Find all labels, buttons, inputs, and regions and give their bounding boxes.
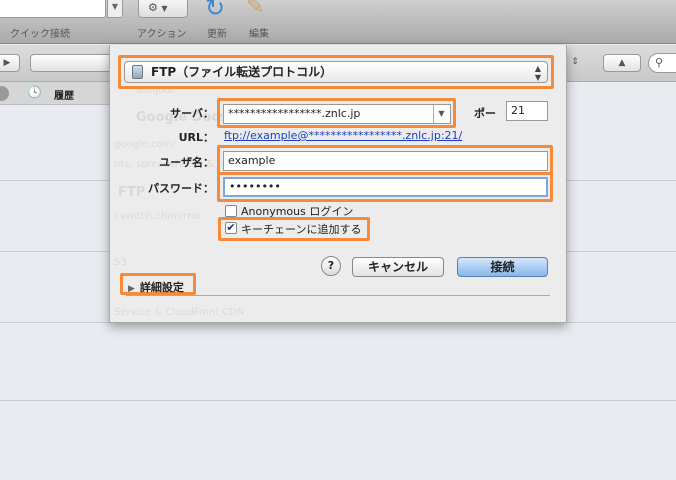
- gear-icon: ⚙: [148, 1, 158, 14]
- advanced-settings-disclosure[interactable]: ▶ 詳細設定: [128, 279, 184, 295]
- up-button[interactable]: ▲: [603, 54, 641, 72]
- quick-connect-dropdown[interactable]: ▼: [107, 0, 123, 18]
- search-icon: ⚲: [655, 56, 664, 69]
- advanced-label: 詳細設定: [139, 281, 184, 294]
- protocol-value: FTP（ファイル転送プロトコル）: [151, 65, 333, 79]
- server-field[interactable]: *****************.znlc.jp: [223, 104, 451, 124]
- updown-arrows-icon: ▲ ▼: [534, 64, 541, 82]
- password-value: ••••••••: [229, 180, 281, 193]
- cancel-button[interactable]: キャンセル: [352, 257, 444, 277]
- username-label: ユーザ名：: [159, 156, 214, 169]
- help-button[interactable]: ?: [321, 256, 341, 276]
- password-label: パスワード：: [148, 182, 214, 195]
- forward-button[interactable]: ▶: [0, 54, 20, 72]
- password-field[interactable]: ••••••••: [223, 177, 548, 197]
- keychain-label[interactable]: キーチェーンに追加する: [241, 221, 361, 237]
- username-field[interactable]: example: [223, 151, 548, 171]
- keychain-checkbox[interactable]: ✔: [225, 222, 237, 234]
- search-field[interactable]: ⚲: [648, 53, 676, 73]
- bg-text: FTP: [118, 185, 146, 200]
- server-value: *****************.znlc.jp: [228, 107, 361, 120]
- divider: [126, 295, 550, 296]
- anonymous-checkbox[interactable]: [225, 205, 237, 217]
- toolbar: ▼ クイック接続 ⚙ ▼ アクション ↻ 更新 ✎ 編集: [0, 0, 676, 44]
- bg-text: S3: [114, 257, 127, 268]
- connection-dialog: Bonjour Google Docs google.com/ nts, spr…: [109, 45, 567, 323]
- action-label: アクション: [137, 29, 187, 40]
- toggle-circle[interactable]: [0, 86, 9, 101]
- ftp-drive-icon: [132, 65, 143, 79]
- pencil-icon[interactable]: ✎: [246, 0, 264, 19]
- clock-icon: 🕓: [27, 85, 42, 99]
- connect-button[interactable]: 接続: [457, 257, 548, 277]
- refresh-icon[interactable]: ↻: [205, 0, 225, 22]
- server-label: サーバ：: [170, 107, 214, 120]
- bg-text: r.switch.ch/mirror: [114, 211, 202, 222]
- chevron-down-icon: ▼: [161, 4, 168, 13]
- server-dropdown[interactable]: ▼: [433, 105, 449, 123]
- list-divider: [0, 400, 676, 401]
- path-popup[interactable]: [30, 54, 120, 72]
- port-field[interactable]: 21: [506, 101, 548, 121]
- url-link[interactable]: ftp://example@*****************.znlc.jp:…: [224, 129, 462, 142]
- bg-text: Service & CloudFront CDN: [114, 307, 245, 318]
- checkmark-icon: ✔: [226, 221, 236, 234]
- quick-connect-label: クイック接続: [10, 29, 70, 40]
- action-button[interactable]: ⚙ ▼: [138, 0, 188, 18]
- disclosure-triangle-icon: ▶: [128, 284, 135, 294]
- port-label: ポー: [474, 107, 496, 120]
- sidebar-item-history[interactable]: 🕓 履歴: [0, 82, 110, 105]
- port-value: 21: [511, 104, 525, 117]
- refresh-label[interactable]: 更新: [207, 25, 227, 40]
- url-label: URL：: [178, 131, 214, 144]
- username-value: example: [228, 154, 276, 167]
- bg-text: google.com/: [114, 139, 176, 150]
- history-label: 履歴: [54, 91, 74, 102]
- edit-label[interactable]: 編集: [249, 25, 269, 40]
- quick-connect-input[interactable]: [0, 0, 106, 18]
- protocol-select[interactable]: FTP（ファイル転送プロトコル） ▲ ▼: [124, 61, 548, 83]
